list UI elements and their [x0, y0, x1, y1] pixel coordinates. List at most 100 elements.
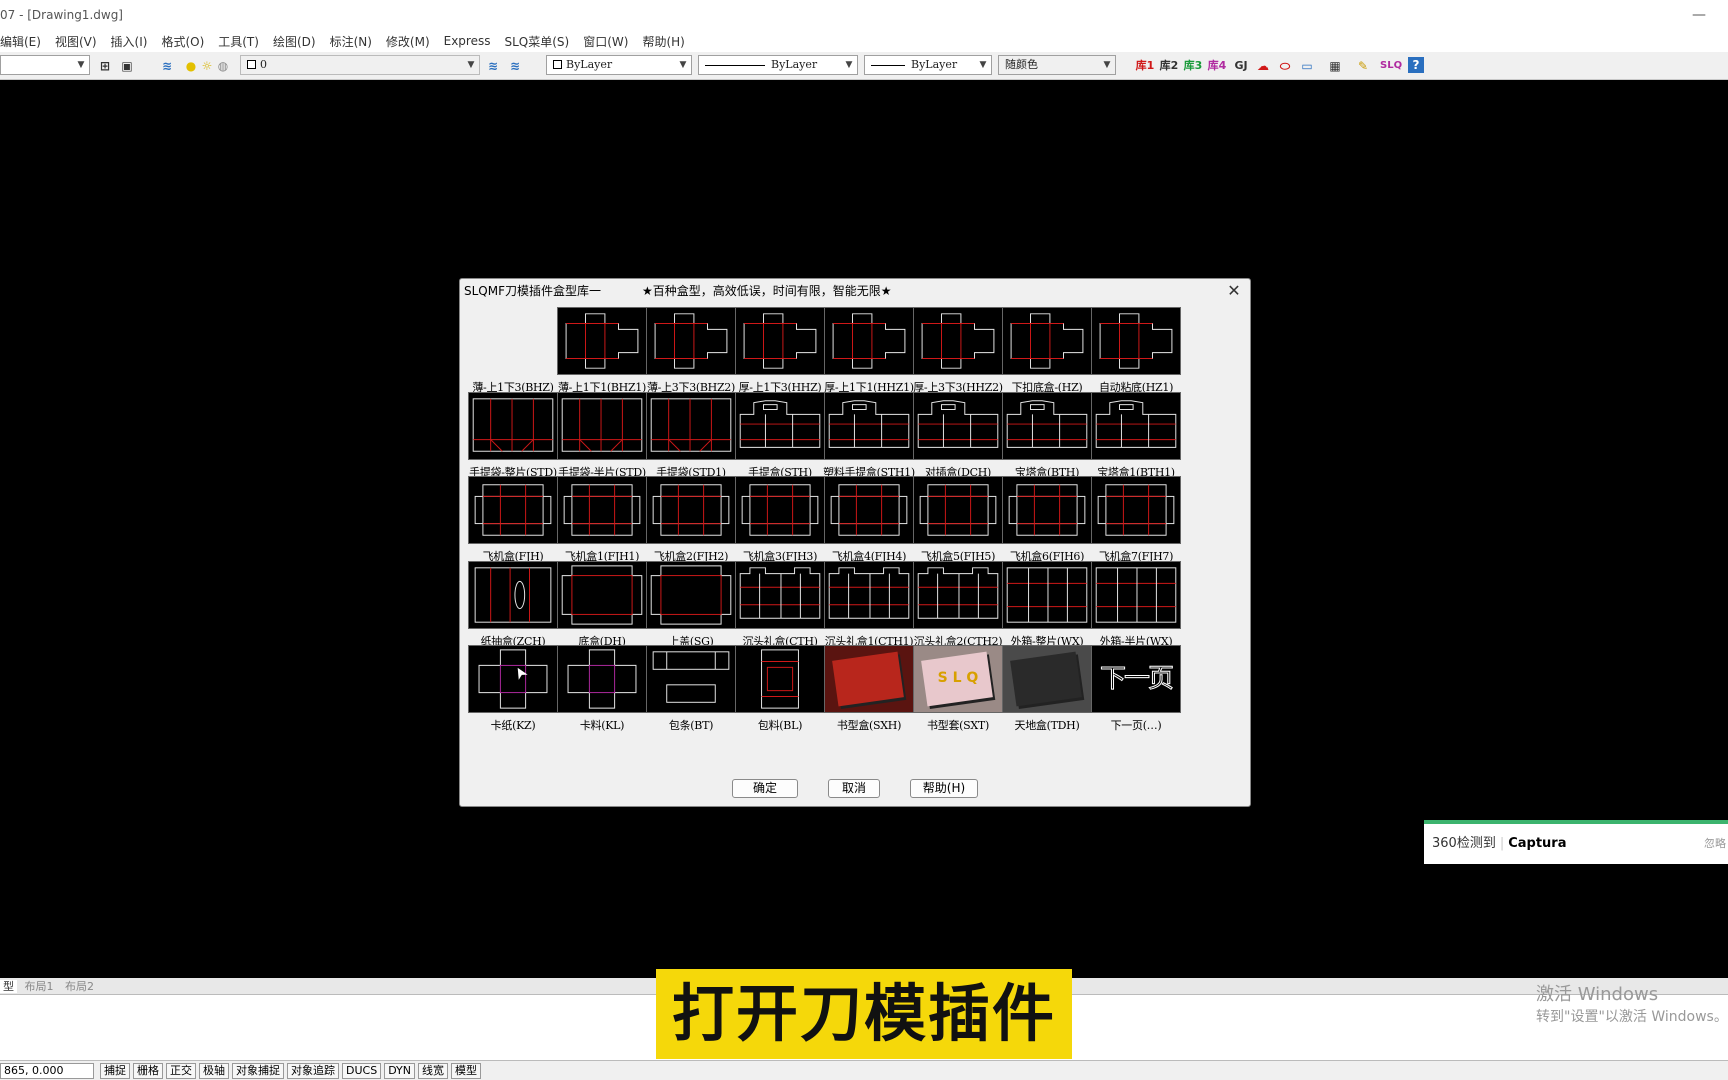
- toggle-lineweight[interactable]: 线宽: [418, 1062, 449, 1079]
- box-thumbnail[interactable]: [646, 645, 736, 713]
- box-type-item[interactable]: 飞机盒3(FJH3): [735, 476, 825, 569]
- box-thumbnail[interactable]: [735, 307, 825, 375]
- toggle-otrack[interactable]: 对象追踪: [287, 1062, 339, 1079]
- zoom-icon[interactable]: ⊞: [96, 57, 114, 75]
- box-type-item[interactable]: 卡纸(KZ): [468, 645, 558, 738]
- toggle-snap[interactable]: 捕捉: [100, 1062, 130, 1079]
- lock-icon[interactable]: ◍: [214, 57, 232, 75]
- menu-express[interactable]: Express: [444, 34, 491, 48]
- box-type-item[interactable]: 手提盒(STH): [735, 391, 825, 485]
- box-type-item[interactable]: 底盒(DH): [557, 560, 647, 654]
- pen-icon[interactable]: ✎: [1354, 57, 1372, 75]
- box-type-item[interactable]: 自动粘底(HZ1): [1091, 307, 1181, 400]
- lib2-icon[interactable]: 库2: [1158, 57, 1180, 75]
- box-thumbnail[interactable]: [735, 476, 825, 544]
- box-thumbnail[interactable]: [735, 391, 825, 460]
- box-type-item[interactable]: 天地盒(TDH): [1002, 645, 1092, 738]
- box-type-item[interactable]: 包条(BT): [646, 645, 736, 738]
- box-type-item[interactable]: 飞机盒7(FJH7): [1091, 476, 1181, 569]
- box-type-item[interactable]: 宝塔盒1(BTH1): [1091, 391, 1181, 485]
- help-icon[interactable]: ?: [1408, 57, 1424, 73]
- toggle-dyn[interactable]: DYN: [384, 1062, 416, 1079]
- menu-help[interactable]: 帮助(H): [642, 33, 684, 50]
- help-button[interactable]: 帮助(H): [910, 779, 978, 798]
- box-thumbnail[interactable]: [913, 476, 1003, 544]
- tab-model[interactable]: 型: [0, 980, 17, 993]
- box-type-item[interactable]: 沉头礼盒2(CTH2): [913, 560, 1003, 654]
- box-type-item[interactable]: 塑料手提盒(STH1): [823, 391, 915, 485]
- box-thumbnail[interactable]: [468, 476, 558, 544]
- box-type-item[interactable]: 宝塔盒(BTH): [1002, 391, 1092, 485]
- gj-icon[interactable]: GJ: [1230, 57, 1252, 75]
- box-thumbnail[interactable]: [1002, 307, 1092, 375]
- box-type-item[interactable]: 卡料(KL): [557, 645, 647, 738]
- lib1-icon[interactable]: 库1: [1134, 57, 1156, 75]
- box-type-item[interactable]: 飞机盒5(FJH5): [913, 476, 1003, 569]
- box-thumbnail[interactable]: [824, 391, 914, 460]
- box-type-item[interactable]: 飞机盒1(FJH1): [557, 476, 647, 569]
- toggle-grid[interactable]: 栅格: [133, 1062, 163, 1079]
- box-thumbnail[interactable]: [1091, 560, 1181, 629]
- box-thumbnail[interactable]: [913, 560, 1003, 629]
- box-type-item[interactable]: 薄-上1下3(BHZ): [468, 307, 558, 400]
- box-type-item[interactable]: S L Q 书型套(SXT): [913, 645, 1003, 738]
- box-thumbnail[interactable]: [735, 560, 825, 629]
- box-type-item[interactable]: 沉头礼盒1(CTH1): [824, 560, 914, 654]
- calculator-icon[interactable]: ▦: [1326, 57, 1344, 75]
- box-thumbnail[interactable]: [824, 560, 914, 629]
- box-thumbnail[interactable]: [913, 391, 1003, 460]
- box-thumbnail[interactable]: 下一页: [1091, 645, 1181, 713]
- rectangle-icon[interactable]: ▭: [1298, 57, 1316, 75]
- tab-layout1[interactable]: 布局1: [21, 980, 58, 993]
- box-thumbnail[interactable]: [1002, 560, 1092, 629]
- box-type-item[interactable]: 飞机盒2(FJH2): [646, 476, 736, 569]
- box-thumbnail[interactable]: [646, 560, 736, 629]
- menu-insert[interactable]: 插入(I): [111, 33, 148, 50]
- box-type-item[interactable]: 包料(BL): [735, 645, 825, 738]
- box-type-item[interactable]: 飞机盒6(FJH6): [1002, 476, 1092, 569]
- box-type-item[interactable]: 厚-上1下3(HHZ): [735, 307, 825, 400]
- minimize-button[interactable]: —: [1692, 0, 1706, 30]
- toggle-ducs[interactable]: DUCS: [342, 1062, 382, 1079]
- menu-format[interactable]: 格式(O): [161, 33, 204, 50]
- box-type-item[interactable]: 手提袋-半片(STD): [557, 391, 647, 485]
- box-thumbnail[interactable]: [913, 307, 1003, 375]
- box-thumbnail[interactable]: [1091, 391, 1181, 460]
- tab-layout2[interactable]: 布局2: [61, 980, 98, 993]
- slq-icon[interactable]: SLQ: [1380, 57, 1402, 75]
- layer-previous-icon[interactable]: ≋: [484, 57, 502, 75]
- menu-modify[interactable]: 修改(M): [386, 33, 430, 50]
- toggle-ortho[interactable]: 正交: [166, 1062, 196, 1079]
- box-type-item[interactable]: 薄-上3下3(BHZ2): [646, 307, 736, 400]
- box-thumbnail[interactable]: [646, 307, 736, 375]
- box-thumbnail[interactable]: [557, 476, 647, 544]
- cancel-button[interactable]: 取消: [828, 779, 880, 798]
- box-type-item[interactable]: 外箱-整片(WX): [1002, 560, 1092, 654]
- box-type-item[interactable]: 厚-上1下1(HHZ1): [824, 307, 914, 400]
- toggle-polar[interactable]: 极轴: [199, 1062, 229, 1079]
- box-type-item[interactable]: 书型盒(SXH): [824, 645, 914, 738]
- box-type-item[interactable]: 对插盒(DCH): [913, 391, 1003, 485]
- lineweight-combo[interactable]: ByLayer ▼: [864, 55, 992, 75]
- lib3-icon[interactable]: 库3: [1182, 57, 1204, 75]
- box-type-item[interactable]: 外箱-半片(WX): [1091, 560, 1181, 654]
- layers-icon[interactable]: ≋: [158, 57, 176, 75]
- toggle-osnap[interactable]: 对象捕捉: [232, 1062, 284, 1079]
- box-thumbnail[interactable]: S L Q: [913, 645, 1003, 713]
- lib4-icon[interactable]: 库4: [1206, 57, 1228, 75]
- box-type-item[interactable]: 下扣底盒-(HZ): [1002, 307, 1092, 400]
- box-thumbnail[interactable]: [1002, 645, 1092, 713]
- box-type-item[interactable]: 飞机盒4(FJH4): [824, 476, 914, 569]
- box-thumbnail[interactable]: [824, 307, 914, 375]
- menu-edit[interactable]: 编辑(E): [0, 33, 41, 50]
- plotstyle-combo[interactable]: 随颜色 ▼: [998, 55, 1116, 75]
- box-thumbnail[interactable]: [1002, 476, 1092, 544]
- box-type-item[interactable]: 薄-上1下1(BHZ1): [557, 307, 647, 400]
- menu-dimension[interactable]: 标注(N): [330, 33, 372, 50]
- box-thumbnail[interactable]: [468, 560, 558, 629]
- menu-slq[interactable]: SLQ菜单(S): [504, 33, 569, 50]
- toggle-model[interactable]: 模型: [451, 1062, 482, 1079]
- box-type-item[interactable]: 厚-上3下3(HHZ2): [913, 307, 1003, 400]
- close-icon[interactable]: ✕: [1224, 281, 1244, 301]
- box-thumbnail[interactable]: [1091, 307, 1181, 375]
